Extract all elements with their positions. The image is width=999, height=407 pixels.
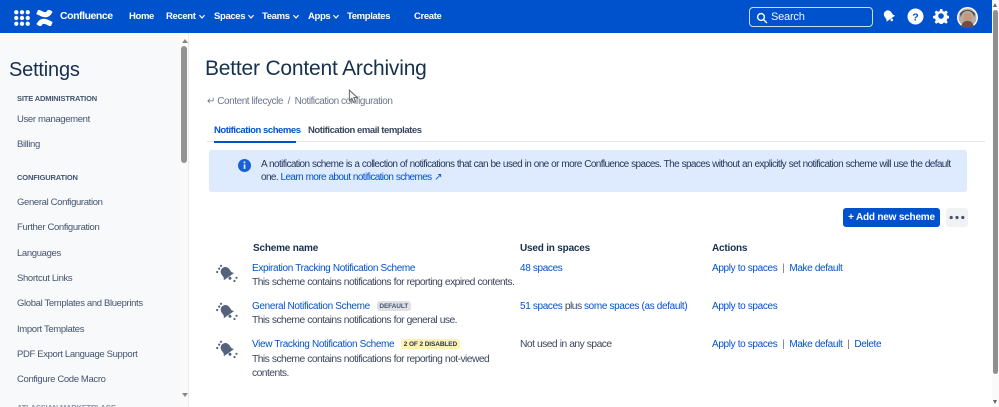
svg-text:?: ? xyxy=(912,11,918,23)
